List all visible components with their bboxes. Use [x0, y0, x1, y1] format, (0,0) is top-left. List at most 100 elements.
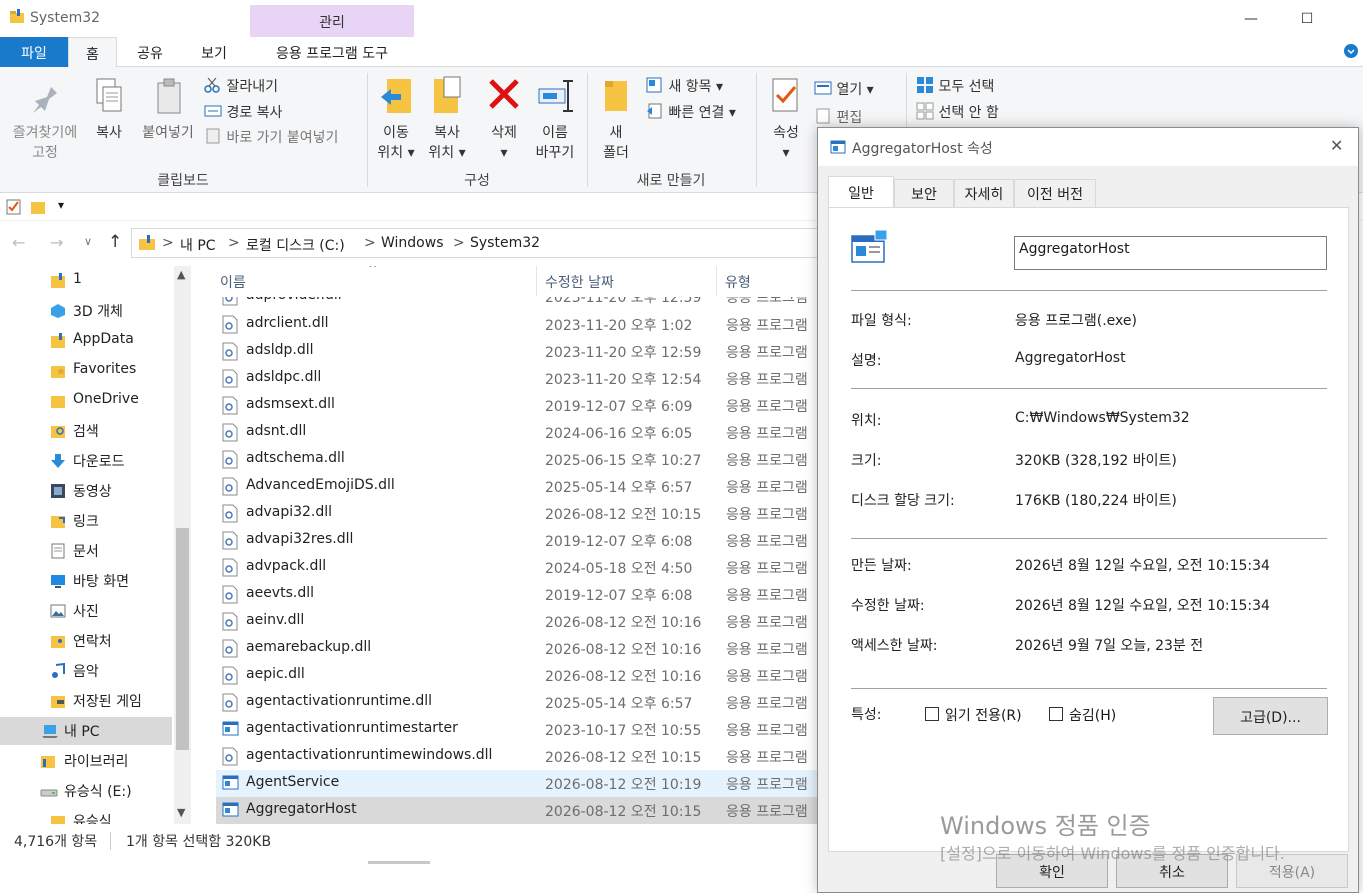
- nav-item-downloads[interactable]: 다운로드: [0, 447, 172, 475]
- file-row[interactable]: advpack.dll 2024-05-18 오전 4:50 응용 프로그램: [216, 554, 822, 581]
- easy-access-button[interactable]: 빠른 연결 ▾: [646, 102, 736, 123]
- open-button[interactable]: 열기 ▾: [814, 79, 874, 100]
- tab-details[interactable]: 자세히: [954, 179, 1014, 207]
- tab-view[interactable]: 보기: [186, 37, 242, 67]
- file-row[interactable]: agentactivationruntime.dll 2025-05-14 오후 …: [216, 689, 822, 716]
- context-tab-manage[interactable]: 관리: [250, 5, 414, 37]
- column-header-type[interactable]: 유형: [725, 272, 751, 292]
- file-name-input[interactable]: AggregatorHost: [1014, 236, 1327, 270]
- breadcrumb-local-disk[interactable]: 로컬 디스크 (C:): [246, 235, 345, 255]
- nav-item-user-folder[interactable]: 유승식: [0, 807, 172, 824]
- rename-button[interactable]: 이름 바꾸기: [530, 75, 580, 163]
- tab-home[interactable]: 홈: [68, 37, 117, 68]
- scroll-down-icon[interactable]: ▼: [177, 806, 185, 819]
- up-arrow-icon[interactable]: ↑: [108, 232, 122, 252]
- nav-scrollbar[interactable]: ▲ ▼: [174, 266, 191, 824]
- breadcrumb-separator[interactable]: >: [453, 235, 465, 251]
- readonly-checkbox[interactable]: [925, 707, 939, 721]
- file-row[interactable]: adsldpc.dll 2023-11-20 오후 12:54 응용 프로그램: [216, 365, 822, 392]
- recent-dropdown-icon[interactable]: ∨: [84, 235, 92, 248]
- column-header-date[interactable]: 수정한 날짜: [545, 272, 614, 292]
- file-row[interactable]: AdvancedEmojiDS.dll 2025-05-14 오후 6:57 응용 …: [216, 473, 822, 500]
- file-row[interactable]: adprovider.dll 2023-11-20 오후 12:59 응용 프로그램: [216, 297, 822, 310]
- nav-item-1[interactable]: 1: [0, 267, 172, 295]
- scroll-up-icon[interactable]: ▲: [177, 268, 185, 281]
- tab-file[interactable]: 파일: [0, 37, 68, 67]
- nav-item-favorites[interactable]: Favorites: [0, 357, 172, 385]
- tab-security[interactable]: 보안: [894, 179, 954, 207]
- file-row[interactable]: adsldp.dll 2023-11-20 오후 12:59 응용 프로그램: [216, 338, 822, 365]
- nav-item-music[interactable]: 음악: [0, 657, 172, 685]
- nav-item-3d-objects[interactable]: 3D 개체: [0, 297, 172, 325]
- properties-check-icon[interactable]: [6, 199, 22, 219]
- new-folder-icon[interactable]: [30, 199, 46, 219]
- new-item-button[interactable]: 새 항목 ▾: [646, 76, 723, 97]
- advanced-button[interactable]: 고급(D)...: [1213, 697, 1328, 735]
- customize-dropdown-icon[interactable]: ▾: [58, 198, 64, 212]
- back-arrow-icon[interactable]: ←: [12, 233, 25, 252]
- column-divider[interactable]: [716, 266, 717, 296]
- hidden-label[interactable]: 숨김(H): [1069, 705, 1116, 725]
- column-header-name[interactable]: 이름: [220, 272, 246, 292]
- file-row[interactable]: aeinv.dll 2026-08-12 오전 10:16 응용 프로그램: [216, 608, 822, 635]
- nav-scroll-thumb[interactable]: [176, 528, 189, 750]
- nav-item-drive-e[interactable]: 유승식 (E:): [0, 777, 172, 805]
- nav-item-desktop[interactable]: 바탕 화면: [0, 567, 172, 595]
- breadcrumb-my-pc[interactable]: 내 PC: [180, 235, 216, 255]
- paste-shortcut-button[interactable]: 바로 가기 붙여넣기: [204, 127, 338, 148]
- select-all-button[interactable]: 모두 선택: [916, 76, 994, 98]
- file-row[interactable]: AggregatorHost 2026-08-12 오전 10:15 응용 프로그램: [216, 797, 822, 824]
- edit-button[interactable]: 편집: [816, 107, 862, 128]
- breadcrumb-separator[interactable]: >: [162, 235, 174, 251]
- breadcrumb-separator[interactable]: >: [228, 235, 240, 251]
- hidden-checkbox[interactable]: [1049, 707, 1063, 721]
- file-row[interactable]: aemarebackup.dll 2026-08-12 오전 10:16 응용 프로…: [216, 635, 822, 662]
- file-row[interactable]: aepic.dll 2026-08-12 오전 10:16 응용 프로그램: [216, 662, 822, 689]
- tab-share[interactable]: 공유: [124, 37, 176, 67]
- nav-item-documents[interactable]: 문서: [0, 537, 172, 565]
- chevron-down-icon[interactable]: [1343, 43, 1359, 59]
- forward-arrow-icon[interactable]: →: [50, 233, 63, 252]
- file-row[interactable]: agentactivationruntimestarter 2023-10-17 …: [216, 716, 822, 743]
- nav-item-libraries[interactable]: 라이브러리: [0, 747, 172, 775]
- minimize-button[interactable]: —: [1228, 0, 1274, 37]
- move-to-button[interactable]: 이동 위치 ▾: [374, 75, 418, 163]
- nav-item-appdata[interactable]: AppData: [0, 327, 172, 355]
- column-divider[interactable]: [536, 266, 537, 296]
- nav-item-contacts[interactable]: 연락처: [0, 627, 172, 655]
- new-folder-button[interactable]: 새 폴더: [596, 75, 636, 163]
- nav-item-search[interactable]: 검색: [0, 417, 172, 445]
- breadcrumb-windows[interactable]: Windows: [381, 235, 444, 251]
- pin-quick-access-button[interactable]: 즐겨찾기에 고정: [6, 81, 84, 163]
- file-row[interactable]: adsnt.dll 2024-06-16 오후 6:05 응용 프로그램: [216, 419, 822, 446]
- select-none-button[interactable]: 선택 안 함: [916, 102, 999, 124]
- cut-button[interactable]: 잘라내기: [204, 76, 278, 97]
- nav-item-my-pc[interactable]: 내 PC: [0, 717, 172, 745]
- file-row[interactable]: adsmsext.dll 2019-12-07 오후 6:09 응용 프로그램: [216, 392, 822, 419]
- breadcrumb-separator[interactable]: >: [364, 235, 376, 251]
- file-row[interactable]: AgentService 2026-08-12 오전 10:19 응용 프로그램: [216, 770, 822, 797]
- nav-item-saved-games[interactable]: 저장된 게임: [0, 687, 172, 715]
- file-row[interactable]: aeevts.dll 2019-12-07 오후 6:08 응용 프로그램: [216, 581, 822, 608]
- properties-button[interactable]: 속성 ▾: [764, 75, 808, 163]
- resize-grip[interactable]: [368, 861, 430, 864]
- file-row[interactable]: agentactivationruntimewindows.dll 2026-08…: [216, 743, 822, 770]
- file-row[interactable]: adtschema.dll 2025-06-15 오후 10:27 응용 프로그램: [216, 446, 822, 473]
- tab-general[interactable]: 일반: [828, 176, 894, 208]
- delete-button[interactable]: 삭제 ▾: [482, 75, 526, 163]
- tab-previous-versions[interactable]: 이전 버전: [1014, 179, 1096, 207]
- readonly-label[interactable]: 읽기 전용(R): [945, 705, 1022, 725]
- copy-to-button[interactable]: 복사 위치 ▾: [424, 75, 470, 163]
- tab-application-tools[interactable]: 응용 프로그램 도구: [250, 37, 414, 67]
- nav-item-onedrive[interactable]: OneDrive: [0, 387, 172, 415]
- address-bar[interactable]: > 내 PC > 로컬 디스크 (C:) > Windows > System3…: [131, 228, 831, 258]
- nav-item-links[interactable]: 링크: [0, 507, 172, 535]
- file-row[interactable]: advapi32res.dll 2019-12-07 오후 6:08 응용 프로그램: [216, 527, 822, 554]
- copy-button[interactable]: 복사: [88, 77, 130, 143]
- paste-button[interactable]: 붙여넣기: [136, 77, 200, 143]
- breadcrumb-system32[interactable]: System32: [470, 235, 540, 251]
- nav-item-pictures[interactable]: 사진: [0, 597, 172, 625]
- maximize-button[interactable]: ☐: [1284, 0, 1330, 37]
- file-row[interactable]: advapi32.dll 2026-08-12 오전 10:15 응용 프로그램: [216, 500, 822, 527]
- nav-item-videos[interactable]: 동영상: [0, 477, 172, 505]
